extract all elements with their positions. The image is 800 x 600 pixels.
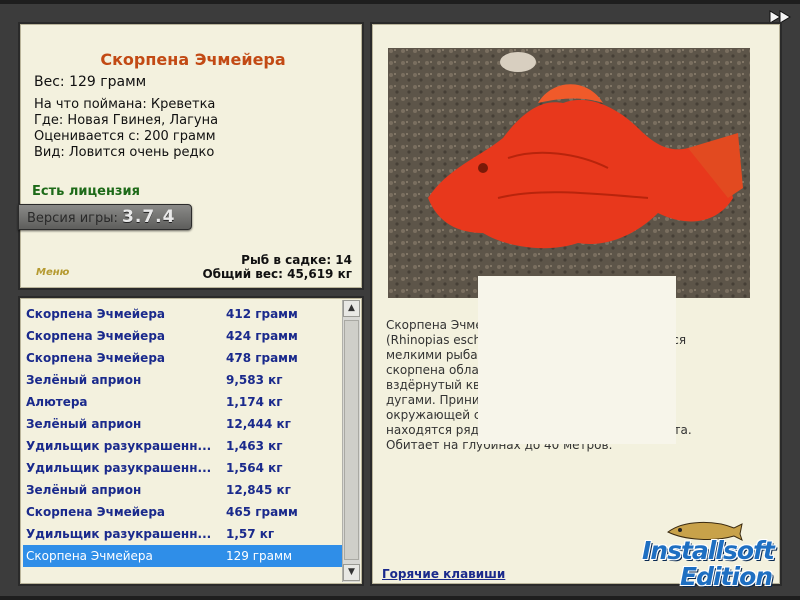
catch-name: Зелёный априон	[26, 373, 142, 387]
fish-location: Где: Новая Гвинея, Лагуна	[34, 113, 219, 128]
fish-photo	[388, 48, 750, 298]
image-overlay	[478, 276, 676, 444]
catch-name: Алютера	[26, 395, 88, 409]
frame-top	[0, 0, 800, 4]
fish-title: Скорпена Эчмейера	[100, 50, 286, 69]
fish-weight: Вес: 129 грамм	[34, 74, 147, 90]
catch-row[interactable]: Удильщик разукрашенн... 1,564 кг	[23, 457, 342, 479]
catch-row[interactable]: Скорпена Эчмейера 424 грамм	[23, 325, 342, 347]
fish-rarity: Вид: Ловится очень редко	[34, 145, 215, 160]
catch-weight: 12,444 кг	[226, 417, 291, 431]
catch-name: Скорпена Эчмейера	[26, 505, 166, 519]
catch-name: Удильщик разукрашенн...	[26, 439, 212, 453]
chevron-up-icon[interactable]: ▲	[343, 300, 360, 317]
fast-forward-icon[interactable]	[769, 9, 793, 24]
fish-bait: На что поймана: Креветка	[34, 97, 216, 112]
frame-bottom	[0, 596, 800, 600]
catch-row[interactable]: Зелёный априон 9,583 кг	[23, 369, 342, 391]
fish-info-panel: Скорпена Эчмейера Вес: 129 грамм На что …	[18, 22, 364, 290]
catch-list: Скорпена Эчмейера 412 грамм Скорпена Эчмей…	[23, 303, 342, 567]
catch-row[interactable]: Удильщик разукрашенн... 1,463 кг	[23, 435, 342, 457]
catch-row[interactable]: Удильщик разукрашенн... 1,57 кг	[23, 523, 342, 545]
catch-weight: 1,174 кг	[226, 395, 283, 409]
catch-list-scrollbar[interactable]: ▲ ▼	[342, 300, 360, 582]
catch-row[interactable]: Скорпена Эчмейера 465 грамм	[23, 501, 342, 523]
version-badge: Версия игры: 3.7.4	[18, 204, 192, 230]
catch-name: Скорпена Эчмейера	[26, 549, 153, 563]
catch-row[interactable]: Скорпена Эчмейера 478 грамм	[23, 347, 342, 369]
catch-weight: 1,564 кг	[226, 461, 283, 475]
version-number: 3.7.4	[122, 207, 176, 227]
catch-row[interactable]: Зелёный априон 12,444 кг	[23, 413, 342, 435]
chevron-down-icon[interactable]: ▼	[343, 564, 360, 581]
license-status: Есть лицензия	[32, 184, 140, 199]
catch-name: Зелёный априон	[26, 417, 142, 431]
fish-details: На что поймана: Креветка Где: Новая Гвин…	[34, 97, 218, 161]
catch-weight: 12,845 кг	[226, 483, 291, 497]
edition-logo: Installsoft Edition	[640, 518, 796, 596]
catch-row[interactable]: Скорпена Эчмейера 129 грамм	[23, 545, 342, 567]
catch-weight: 478 грамм	[226, 351, 298, 365]
menu-button[interactable]: Меню	[36, 267, 69, 278]
catch-weight: 412 грамм	[226, 307, 298, 321]
version-label: Версия игры:	[27, 211, 118, 226]
cage-count: Рыб в садке: 14	[241, 253, 352, 267]
catch-list-panel: Скорпена Эчмейера 412 грамм Скорпена Эчмей…	[18, 296, 364, 586]
catch-name: Удильщик разукрашенн...	[26, 527, 212, 541]
catch-name: Скорпена Эчмейера	[26, 329, 166, 343]
catch-name: Скорпена Эчмейера	[26, 307, 166, 321]
catch-weight: 1,463 кг	[226, 439, 283, 453]
catch-name: Удильщик разукрашенн...	[26, 461, 212, 475]
hotkeys-link[interactable]: Горячие клавиши	[382, 567, 505, 581]
cage-stats: Рыб в садке: 14 Общий вес: 45,619 кг	[202, 253, 352, 281]
catch-name: Зелёный априон	[26, 483, 142, 497]
fish-detail-panel: Скорпена Эчмейера (Paddle-flap Scorpionf…	[370, 22, 782, 586]
catch-weight: 1,57 кг	[226, 527, 275, 541]
catch-weight: 465 грамм	[226, 505, 298, 519]
catch-row[interactable]: Алютера 1,174 кг	[23, 391, 342, 413]
catch-row[interactable]: Скорпена Эчмейера 412 грамм	[23, 303, 342, 325]
catch-name: Скорпена Эчмейера	[26, 351, 166, 365]
catch-row[interactable]: Зелёный априон 12,845 кг	[23, 479, 342, 501]
catch-weight: 129 грамм	[226, 549, 293, 563]
catch-weight: 424 грамм	[226, 329, 298, 343]
cage-total-weight: Общий вес: 45,619 кг	[202, 267, 352, 281]
edition-logo-line1: Installsoft	[642, 536, 775, 565]
catch-weight: 9,583 кг	[226, 373, 283, 387]
fish-value: Оценивается с: 200 грамм	[34, 129, 216, 144]
edition-logo-line2: Edition	[680, 562, 773, 591]
scroll-thumb[interactable]	[344, 320, 359, 560]
